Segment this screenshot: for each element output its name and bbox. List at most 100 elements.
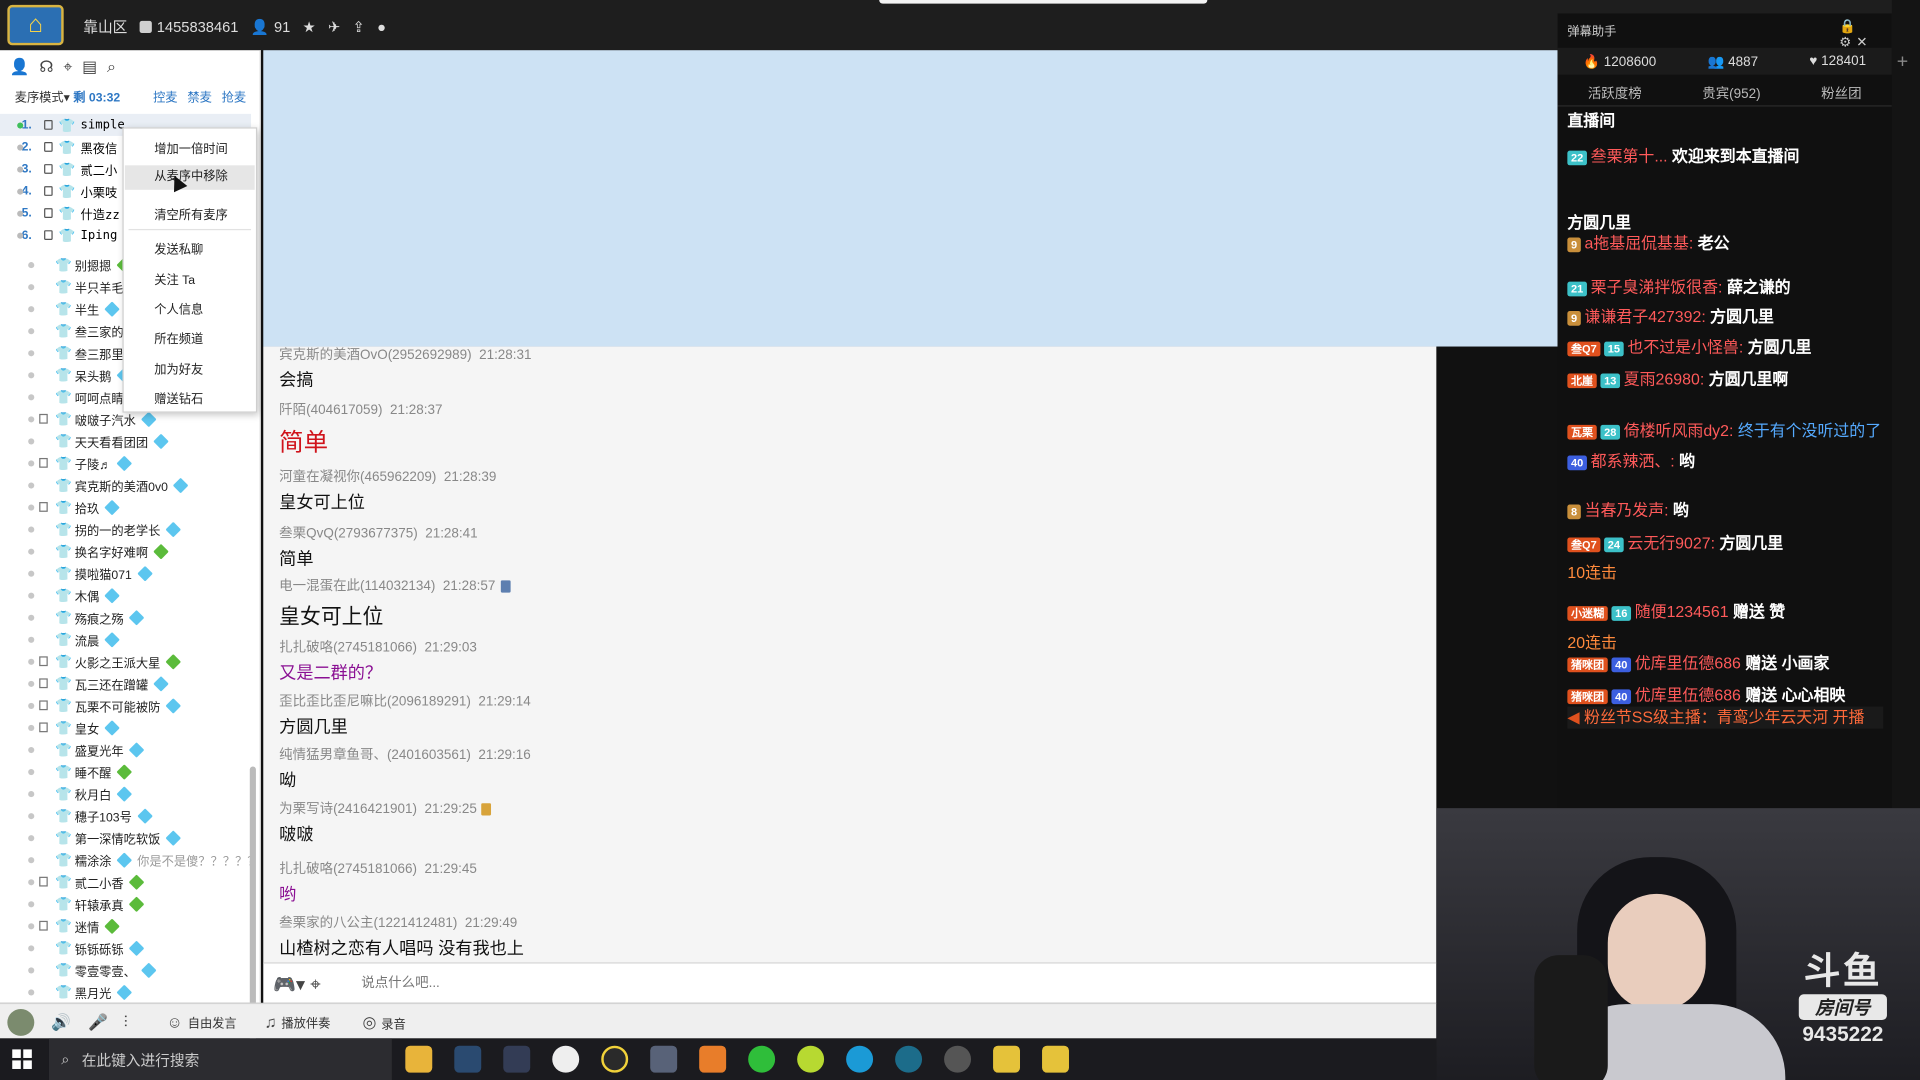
windows-start-icon[interactable] — [12, 1049, 32, 1069]
chat-sender[interactable]: 河童在凝视你(465962209) — [279, 470, 436, 485]
alert-icon[interactable]: ● — [377, 18, 386, 35]
user-list-item[interactable]: 👕 拾玖 — [0, 496, 251, 518]
user-icon[interactable]: 👤 — [10, 58, 30, 78]
user-list-item[interactable]: 👕 黑月光 — [0, 981, 251, 1003]
user-list-item[interactable]: 👕 瓦栗不可能被防 — [0, 694, 251, 716]
danmu-user[interactable]: a拖基屈侃基基: — [1585, 234, 1694, 252]
avatar[interactable] — [7, 1008, 35, 1036]
volume-icon[interactable]: 🔊 — [51, 1013, 71, 1033]
user-list-item[interactable]: 👕 摸啦猫071 — [0, 562, 251, 584]
chat-sender[interactable]: 叁栗家的八公主(1221412481) — [279, 916, 457, 931]
record-button[interactable]: ◎ 录音 — [362, 1013, 405, 1033]
danmu-user[interactable]: 云无行9027: — [1627, 534, 1715, 552]
app-lime-icon[interactable] — [797, 1045, 825, 1073]
user-list-item[interactable]: 👕 木偶 — [0, 584, 251, 606]
danmu-user[interactable]: 叁栗第十... — [1591, 147, 1668, 165]
app-w-icon[interactable] — [552, 1045, 580, 1073]
app-owl-icon[interactable] — [993, 1045, 1021, 1073]
user-list-item[interactable]: 👕 瓦三还在蹭罐 — [0, 672, 251, 694]
user-list-item[interactable]: 👕 天天看看团团 — [0, 430, 251, 452]
free-speak-button[interactable]: ☺ 自由发言 — [167, 1013, 237, 1031]
microphone-icon[interactable]: 🎤 — [88, 1013, 108, 1033]
user-list-item[interactable]: 👕 贰二小香 — [0, 871, 251, 893]
mic-mode[interactable]: 麦序模式▾ 剩 03:32 — [15, 87, 121, 105]
file-explorer-icon[interactable] — [405, 1045, 433, 1073]
danmu-user[interactable]: 当春乃发声: — [1585, 501, 1669, 519]
tab-fan-club[interactable]: 粉丝团 — [1821, 83, 1861, 103]
star-icon[interactable]: ★ — [303, 18, 316, 35]
user-list-item[interactable]: 👕 穗子103号 — [0, 804, 251, 826]
control-mic-button[interactable]: 控麦 — [153, 87, 177, 105]
menu-private-message[interactable]: 发送私聊 — [154, 239, 203, 257]
danmu-user[interactable]: 倚楼听风雨dy2: — [1624, 421, 1734, 439]
menu-profile[interactable]: 个人信息 — [154, 299, 203, 317]
danmu-user[interactable]: 优库里伍德686 — [1635, 686, 1741, 704]
chat-sender[interactable]: 电一混蛋在此(114032134) — [279, 579, 435, 594]
user-list-item[interactable]: 👕 盛夏光年 — [0, 738, 251, 760]
user-list-item[interactable]: 👕 换名字好难啊 — [0, 540, 251, 562]
app-orange-icon[interactable] — [699, 1045, 727, 1073]
user-list-item[interactable]: 👕 拐的一的老学长 — [0, 518, 251, 540]
menu-clear-queue[interactable]: 清空所有麦序 — [154, 204, 227, 222]
chat-sender[interactable]: 阡陌(404617059) — [279, 403, 382, 418]
share-icon[interactable]: ⇪ — [353, 18, 365, 35]
ban-mic-button[interactable]: 禁麦 — [187, 87, 211, 105]
steam-icon[interactable] — [454, 1045, 482, 1073]
grab-mic-button[interactable]: 抢麦 — [222, 87, 246, 105]
notes-icon[interactable]: ▤ — [82, 58, 97, 78]
danmu-user[interactable]: 栗子臭涕拌饭很香: — [1591, 278, 1723, 296]
user-list-item[interactable]: 👕 殇痕之殇 — [0, 606, 251, 628]
menu-follow[interactable]: 关注 Ta — [154, 269, 195, 287]
menu-current-channel[interactable]: 所在频道 — [154, 328, 203, 346]
chat-sender[interactable]: 歪比歪比歪尼嘛比(2096189291) — [279, 694, 471, 709]
location-icon[interactable]: ⌖ — [63, 58, 72, 78]
user-list-item[interactable]: 👕 子陵♬ — [0, 452, 251, 474]
chat-sender[interactable]: 为栗写诗(2416421901) — [279, 802, 417, 817]
user-list-item[interactable]: 👕 流晨 — [0, 628, 251, 650]
app-blue-ring-icon[interactable] — [895, 1045, 923, 1073]
danmu-user[interactable]: 夏雨26980: — [1624, 370, 1705, 388]
menu-remove-from-queue[interactable]: 从麦序中移除 — [124, 165, 255, 190]
danmu-user[interactable]: 也不过是小怪兽: — [1627, 338, 1743, 356]
menu-add-friend[interactable]: 加为好友 — [154, 359, 203, 377]
user-list-item[interactable]: 👕 睡不醒 — [0, 760, 251, 782]
app-ring-icon[interactable] — [601, 1045, 629, 1073]
user-list-item[interactable]: 👕 糯涂涂 你是不是傻？？？？？ — [0, 849, 251, 871]
tab-activity-rank[interactable]: 活跃度榜 — [1588, 83, 1642, 103]
chat-input[interactable] — [361, 971, 1415, 996]
user-list-item[interactable]: 👕 第一深情吃软饭 — [0, 827, 251, 849]
taskbar-search[interactable]: ⌕ 在此键入进行搜索 — [48, 1038, 392, 1080]
menu-gift-diamond[interactable]: 赠送钻石 — [154, 388, 203, 406]
menu-add-time[interactable]: 增加一倍时间 — [154, 138, 227, 156]
terminal-icon[interactable] — [503, 1045, 531, 1073]
danmu-user[interactable]: 都系辣洒、: — [1591, 452, 1675, 470]
app-owl2-icon[interactable] — [1042, 1045, 1069, 1073]
danmu-user[interactable]: 优库里伍德686 — [1635, 654, 1741, 672]
user-list-item[interactable]: 👕 宾克斯的美酒0v0 — [0, 474, 251, 496]
app-gray-icon[interactable] — [944, 1045, 972, 1073]
add-icon[interactable]: + — [1897, 51, 1908, 73]
lock-icon[interactable]: 🔒 — [1839, 20, 1861, 35]
chat-sender[interactable]: 扎扎破咯(2745181066) — [279, 862, 417, 877]
edge-icon[interactable] — [846, 1045, 874, 1073]
user-list-item[interactable]: 👕 迷情 — [0, 915, 251, 937]
user-list-item[interactable]: 👕 火影之王派大星 — [0, 650, 251, 672]
user-list-item[interactable]: 👕 秋月白 — [0, 782, 251, 804]
user-list-item[interactable]: 👕 铄铄砾铄 — [0, 937, 251, 959]
user-list-item[interactable]: 👕 轩辕承真 — [0, 893, 251, 915]
emoji-icon[interactable]: 🎮▾ ⌖ — [273, 973, 321, 996]
accompany-button[interactable]: ♫ 播放伴奏 — [264, 1013, 330, 1031]
chat-sender[interactable]: 宾克斯的美酒OvO(2952692989) — [279, 348, 471, 363]
user-list-item[interactable]: 👕 皇女 — [0, 716, 251, 738]
user-list-item[interactable]: 👕 零壹零壹、 — [0, 959, 251, 981]
user-list-scrollbar[interactable] — [249, 766, 256, 1043]
tab-vip[interactable]: 贵宾(952) — [1702, 83, 1760, 103]
headset-icon[interactable]: ☊ — [39, 58, 53, 78]
chat-sender[interactable]: 扎扎破咯(2745181066) — [279, 640, 417, 655]
danmu-user[interactable]: 随便1234561 — [1635, 602, 1729, 620]
wechat-icon[interactable] — [748, 1045, 776, 1073]
plane-icon[interactable]: ✈ — [328, 18, 340, 35]
equalizer-icon[interactable]: ⫶ — [124, 1013, 128, 1033]
danmu-user[interactable]: 谦谦君子427392: — [1585, 307, 1706, 325]
chat-sender[interactable]: 叁栗QvQ(2793677375) — [279, 527, 418, 542]
